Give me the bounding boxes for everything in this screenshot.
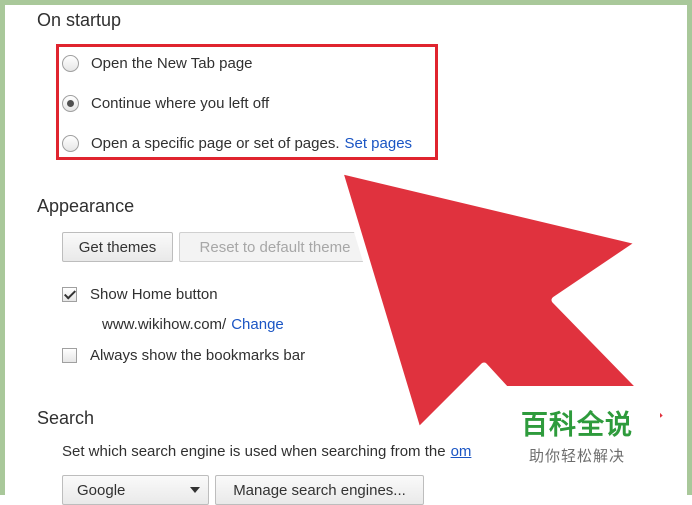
watermark-title: 百科全说 (521, 410, 633, 441)
watermark-logo: 百科全说 助你轻松解决 (494, 386, 660, 476)
watermark-subtitle: 助你轻松解决 (528, 447, 625, 465)
